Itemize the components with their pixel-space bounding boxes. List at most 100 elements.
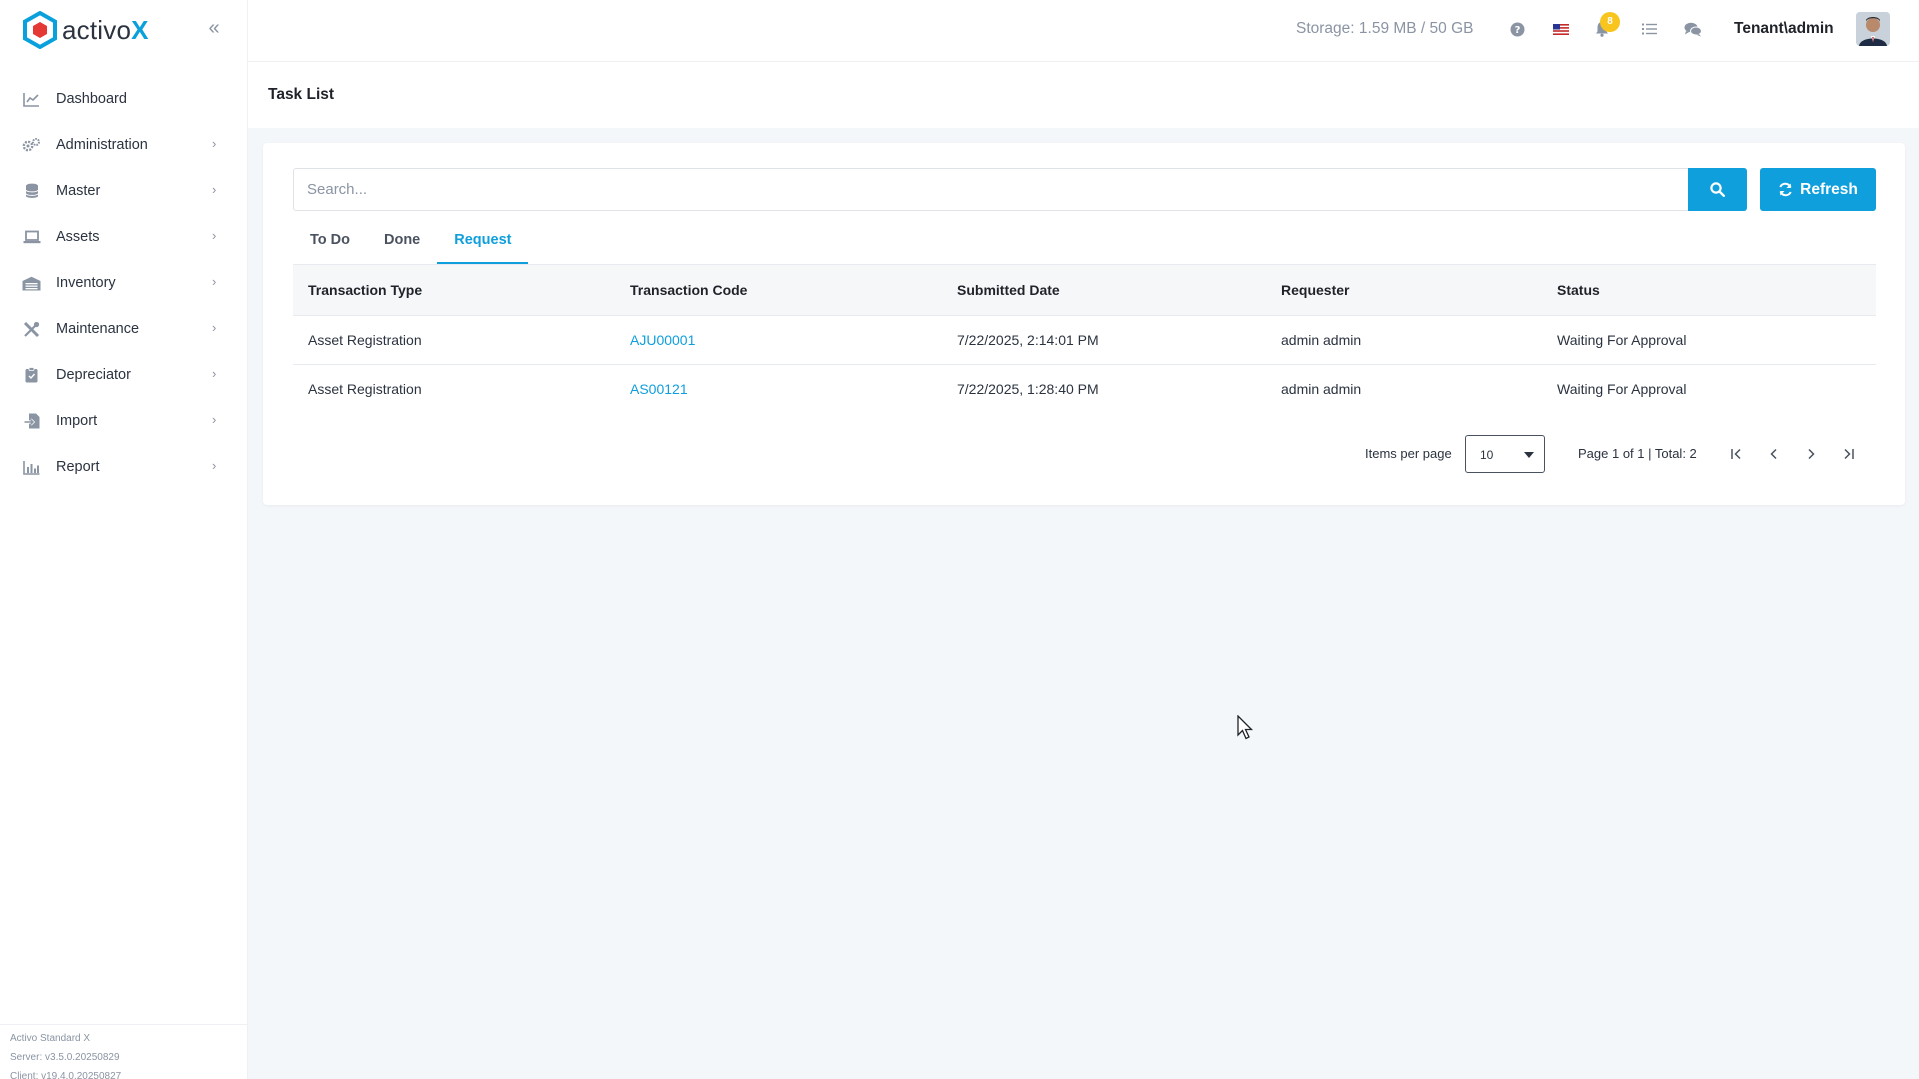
brand-name: activoX — [62, 14, 149, 45]
column-header-status[interactable]: Status — [1557, 282, 1600, 298]
task-table: Transaction Type Transaction Code Submit… — [293, 264, 1876, 414]
cell-submitted-date: 7/22/2025, 1:28:40 PM — [957, 381, 1099, 397]
tab-bar: To Do Done Request — [293, 224, 529, 264]
brand-logo[interactable]: activoX — [22, 10, 149, 50]
chevron-right-icon: › — [212, 136, 217, 151]
items-per-page-select[interactable]: 10 — [1465, 435, 1545, 473]
cell-status: Waiting For Approval — [1557, 381, 1687, 397]
sidebar-item-label: Import — [56, 413, 98, 429]
last-page-button[interactable] — [1835, 441, 1861, 467]
storage-usage: Storage: 1.59 MB / 50 GB — [1296, 20, 1474, 37]
chevron-right-icon: › — [212, 274, 217, 289]
sidebar-item-master[interactable]: Master › — [0, 168, 248, 214]
chevron-right-icon: › — [212, 228, 217, 243]
paginator: Items per page 10 Page 1 of 1 | Total: 2 — [263, 433, 1905, 473]
sidebar-item-inventory[interactable]: Inventory › — [0, 260, 248, 306]
chart-line-icon — [22, 90, 41, 109]
us-flag-icon[interactable] — [1551, 19, 1571, 39]
table-row[interactable]: Asset Registration AS00121 7/22/2025, 1:… — [293, 365, 1876, 414]
column-header-transaction-code[interactable]: Transaction Code — [630, 282, 747, 298]
sidebar-item-label: Inventory — [56, 275, 116, 291]
cell-requester: admin admin — [1281, 332, 1362, 348]
server-version: Server: v3.5.0.20250829 — [10, 1052, 120, 1063]
chevron-right-icon: › — [212, 182, 217, 197]
gears-icon — [22, 136, 41, 155]
chevron-right-icon: › — [212, 320, 217, 335]
database-icon — [22, 182, 41, 201]
page-range-label: Page 1 of 1 | Total: 2 — [1578, 446, 1697, 461]
tab-request[interactable]: Request — [437, 224, 529, 264]
topbar: Storage: 1.59 MB / 50 GB ? 8 Tenant\admi… — [248, 0, 1919, 62]
chevron-right-icon: › — [212, 412, 217, 427]
tab-to-do[interactable]: To Do — [293, 224, 367, 264]
sidebar-item-label: Depreciator — [56, 367, 131, 383]
tools-icon — [22, 320, 41, 339]
sidebar-item-label: Administration — [56, 137, 148, 153]
items-per-page-value: 10 — [1480, 448, 1494, 462]
page-header: Task List — [248, 62, 1919, 128]
cell-requester: admin admin — [1281, 381, 1362, 397]
version-info: Activo Standard X Server: v3.5.0.2025082… — [0, 1024, 248, 1079]
table-row[interactable]: Asset Registration AJU00001 7/22/2025, 2… — [293, 316, 1876, 365]
column-header-requester[interactable]: Requester — [1281, 282, 1349, 298]
transaction-code-link[interactable]: AS00121 — [630, 381, 688, 397]
transaction-code-link[interactable]: AJU00001 — [630, 332, 695, 348]
chat-icon[interactable] — [1683, 19, 1703, 39]
sidebar-item-label: Report — [56, 459, 100, 475]
collapse-sidebar-icon[interactable]: « — [203, 17, 225, 39]
sidebar-item-label: Dashboard — [56, 91, 127, 107]
sidebar-item-administration[interactable]: Administration › — [0, 122, 248, 168]
caret-down-icon — [1524, 452, 1534, 458]
svg-text:?: ? — [1514, 25, 1520, 36]
help-icon[interactable]: ? — [1507, 19, 1527, 39]
refresh-icon — [1779, 182, 1792, 197]
items-per-page-label: Items per page — [1365, 446, 1452, 461]
chevron-right-icon — [1808, 448, 1815, 460]
column-header-submitted-date[interactable]: Submitted Date — [957, 282, 1060, 298]
sidebar-item-import[interactable]: Import › — [0, 398, 248, 444]
refresh-button[interactable]: Refresh — [1760, 168, 1876, 211]
first-page-icon — [1731, 448, 1741, 460]
laptop-icon — [22, 228, 41, 247]
app-root: activoX « Dashboard Administration › Mas… — [0, 0, 1919, 1079]
last-page-icon — [1844, 448, 1854, 460]
cell-transaction-type: Asset Registration — [308, 332, 422, 348]
first-page-button[interactable] — [1724, 441, 1750, 467]
bar-chart-icon — [22, 458, 41, 477]
tab-done[interactable]: Done — [367, 224, 437, 264]
search-button[interactable] — [1688, 168, 1747, 211]
sidebar-item-label: Assets — [56, 229, 100, 245]
chevron-right-icon: › — [212, 458, 217, 473]
cell-submitted-date: 7/22/2025, 2:14:01 PM — [957, 332, 1099, 348]
sidebar-item-depreciator[interactable]: Depreciator › — [0, 352, 248, 398]
warehouse-icon — [22, 274, 41, 293]
cell-status: Waiting For Approval — [1557, 332, 1687, 348]
sidebar-item-maintenance[interactable]: Maintenance › — [0, 306, 248, 352]
task-list-icon[interactable] — [1639, 19, 1659, 39]
sidebar-item-assets[interactable]: Assets › — [0, 214, 248, 260]
clipboard-icon — [22, 366, 41, 385]
refresh-label: Refresh — [1800, 180, 1858, 198]
previous-page-button[interactable] — [1761, 441, 1787, 467]
file-import-icon — [22, 412, 41, 431]
column-header-transaction-type[interactable]: Transaction Type — [308, 282, 422, 298]
notification-count-badge: 8 — [1600, 12, 1620, 32]
sidebar-nav: Dashboard Administration › Master › Asse… — [0, 76, 248, 490]
product-name: Activo Standard X — [10, 1033, 91, 1044]
sidebar-item-label: Maintenance — [56, 321, 140, 337]
page-title: Task List — [268, 86, 335, 103]
sidebar-item-label: Master — [56, 183, 101, 199]
chevron-left-icon — [1770, 448, 1777, 460]
mouse-pointer-icon — [1237, 715, 1254, 740]
avatar[interactable] — [1856, 12, 1890, 46]
sidebar-item-report[interactable]: Report › — [0, 444, 248, 490]
search-input[interactable] — [293, 168, 1689, 211]
next-page-button[interactable] — [1798, 441, 1824, 467]
chevron-right-icon: › — [212, 366, 217, 381]
hexagon-logo-icon — [23, 11, 57, 49]
sidebar-item-dashboard[interactable]: Dashboard — [0, 76, 248, 122]
client-version: Client: v19.4.0.20250827 — [10, 1071, 122, 1079]
search-icon — [1710, 182, 1725, 197]
cell-transaction-type: Asset Registration — [308, 381, 422, 397]
user-name[interactable]: Tenant\admin — [1734, 20, 1834, 38]
